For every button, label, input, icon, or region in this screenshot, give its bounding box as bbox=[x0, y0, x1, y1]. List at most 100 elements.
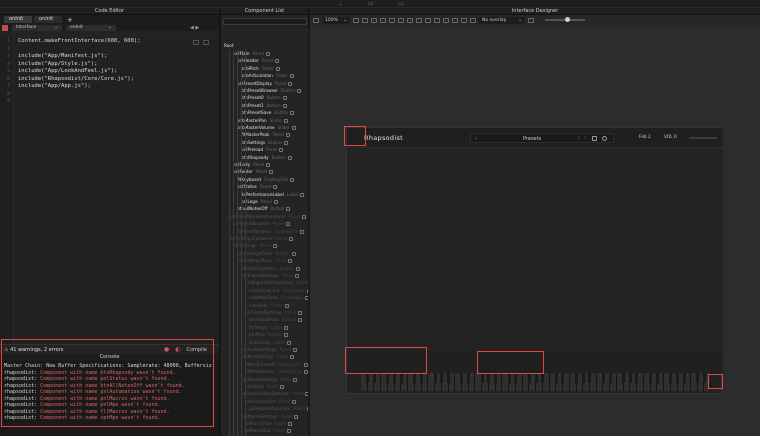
window-icon[interactable] bbox=[203, 40, 209, 45]
code-line[interactable] bbox=[18, 91, 141, 99]
black-key[interactable] bbox=[682, 373, 686, 383]
tree-item[interactable]: btnMpe Button bbox=[249, 331, 288, 338]
move-icon[interactable] bbox=[371, 17, 377, 23]
lock-icon[interactable] bbox=[287, 422, 292, 426]
lock-icon[interactable] bbox=[273, 200, 278, 204]
lock-icon[interactable] bbox=[286, 207, 291, 212]
black-key[interactable] bbox=[655, 373, 659, 383]
volume-meter[interactable] bbox=[689, 137, 717, 139]
lock-icon[interactable] bbox=[290, 111, 295, 116]
tree-root[interactable]: Root bbox=[224, 42, 234, 49]
processor-select[interactable]: Interface ⌄ bbox=[12, 24, 62, 31]
lock-icon[interactable] bbox=[283, 333, 288, 338]
lock-icon[interactable] bbox=[289, 74, 294, 79]
tree-item[interactable]: pnlMacroSettings Panel bbox=[241, 413, 298, 420]
align-icon[interactable] bbox=[452, 17, 458, 23]
lock-icon[interactable] bbox=[284, 325, 289, 330]
black-key[interactable] bbox=[447, 373, 450, 383]
tree-item[interactable]: lblMacroTitle Label bbox=[245, 420, 292, 427]
chevron-down-icon[interactable]: ⌄ bbox=[474, 135, 478, 141]
black-key[interactable] bbox=[541, 373, 545, 383]
lock-icon[interactable] bbox=[300, 229, 305, 234]
top-icon[interactable]: ▭ bbox=[368, 0, 374, 7]
tree-item[interactable]: pnlSettingsContainer Panel bbox=[229, 235, 294, 242]
copy-icon[interactable] bbox=[193, 40, 199, 45]
black-key[interactable] bbox=[413, 373, 417, 383]
lock-icon[interactable] bbox=[298, 318, 303, 323]
tree-item[interactable]: lblVelocity Label bbox=[249, 339, 291, 346]
lock-icon[interactable] bbox=[266, 163, 271, 167]
lock-icon[interactable] bbox=[303, 370, 308, 375]
tree-item[interactable]: pnlAutomationInner Panel bbox=[249, 405, 312, 412]
lock-icon[interactable] bbox=[265, 52, 270, 56]
tree-item[interactable]: btnPreset1 Button bbox=[241, 102, 287, 109]
code-line[interactable] bbox=[18, 98, 141, 106]
lock-icon[interactable] bbox=[300, 192, 305, 197]
tree-item[interactable]: lblMacroSub Label bbox=[245, 427, 291, 434]
code-line[interactable] bbox=[18, 46, 141, 54]
tree-item[interactable]: pnlEngineSettings Panel bbox=[241, 272, 300, 279]
black-key[interactable] bbox=[399, 373, 403, 383]
black-key[interactable] bbox=[467, 373, 471, 383]
tab-oninit[interactable]: onInit bbox=[4, 16, 32, 23]
code-line[interactable]: include("App/App.js"); bbox=[18, 83, 141, 91]
top-icon[interactable]: ⌄ bbox=[338, 0, 343, 7]
lock-icon[interactable] bbox=[290, 177, 295, 182]
lock-icon[interactable] bbox=[362, 17, 368, 23]
code-area[interactable]: 1 2 3 4 5 6 7 8 9 Content.makeFrontInterface(600… bbox=[0, 38, 219, 344]
pencil-icon[interactable] bbox=[353, 17, 359, 23]
code-line[interactable]: include("App/Manifest.js"); bbox=[18, 53, 141, 61]
warning-status[interactable]: ⚠ 41 warnings, 2 errors bbox=[4, 347, 63, 353]
resize-icon[interactable] bbox=[380, 17, 386, 23]
designer-canvas[interactable]: Rhapsodist ⌄ Presets ‹ › Feb 2 VOL 0 bbox=[310, 25, 760, 436]
tree-item[interactable]: pnlFooter Panel bbox=[233, 168, 274, 175]
black-key[interactable] bbox=[480, 373, 484, 383]
black-key[interactable] bbox=[366, 373, 370, 383]
black-key[interactable] bbox=[675, 373, 679, 383]
lock-icon[interactable] bbox=[284, 303, 289, 308]
black-key[interactable] bbox=[440, 373, 444, 383]
black-key[interactable] bbox=[372, 373, 376, 383]
code-lines[interactable]: Content.makeFrontInterface(600, 600); inc… bbox=[18, 38, 141, 106]
tree-item[interactable]: lblPerformanceLabel Label bbox=[241, 191, 305, 198]
tree-item[interactable]: pnlAutomation Panel bbox=[245, 398, 297, 405]
tree-item[interactable]: btnSettingsMenu Button bbox=[241, 265, 300, 272]
lock-icon[interactable] bbox=[275, 59, 280, 64]
overlay-icon[interactable] bbox=[528, 17, 534, 23]
zoom-select[interactable]: 100% ⌄ bbox=[322, 16, 350, 24]
lock-icon[interactable] bbox=[292, 399, 297, 404]
lock-icon[interactable] bbox=[282, 103, 287, 108]
black-key[interactable] bbox=[696, 373, 700, 383]
tree-item[interactable]: cmbMpeZone ComboBox bbox=[249, 294, 310, 301]
overlay-opacity-slider[interactable] bbox=[545, 17, 585, 22]
black-key[interactable] bbox=[460, 373, 464, 383]
code-line[interactable]: Content.makeFrontInterface(600, 600); bbox=[18, 38, 141, 46]
tree-item[interactable]: fltMidiChannel FloatingTile bbox=[245, 361, 309, 368]
tree-item[interactable]: pnlStatus Panel bbox=[237, 183, 278, 190]
lock2-icon[interactable] bbox=[425, 17, 431, 23]
black-key[interactable] bbox=[527, 373, 531, 383]
black-key[interactable] bbox=[574, 373, 578, 383]
tree-item[interactable]: fltPresetBrowser FloatingTile bbox=[237, 228, 305, 235]
console-output[interactable]: Master Chain: New Buffer Specifications:… bbox=[0, 361, 219, 436]
lock-icon[interactable] bbox=[293, 377, 298, 382]
tree-item[interactable]: btnGlobalAuto Button bbox=[249, 316, 303, 323]
black-key[interactable] bbox=[393, 373, 397, 383]
lock-icon[interactable] bbox=[286, 429, 291, 434]
tree-item[interactable]: btnPreset0 Button bbox=[241, 94, 287, 101]
black-key[interactable] bbox=[554, 373, 558, 383]
lock-icon[interactable] bbox=[288, 81, 293, 86]
black-key[interactable] bbox=[581, 373, 585, 383]
black-key[interactable] bbox=[608, 373, 612, 383]
lock-icon[interactable] bbox=[298, 311, 303, 315]
tree-item[interactable]: pnlBodyPanel bbox=[233, 161, 271, 168]
tree-item[interactable]: fltMidiSources FloatingTile bbox=[245, 368, 308, 375]
tree-item[interactable]: knbGlide Slider bbox=[249, 302, 289, 309]
black-key[interactable] bbox=[588, 373, 592, 383]
tree-item[interactable]: pnlSettingsPanel bbox=[233, 242, 277, 249]
overlay-select[interactable]: No overlay ⌄ bbox=[479, 16, 525, 24]
code-line[interactable]: include("App/LookAndFeel.js"); bbox=[18, 68, 141, 76]
lock-icon[interactable] bbox=[282, 96, 287, 101]
lock-icon[interactable] bbox=[291, 126, 296, 130]
code-line[interactable]: include("App/Style.js"); bbox=[18, 61, 141, 69]
